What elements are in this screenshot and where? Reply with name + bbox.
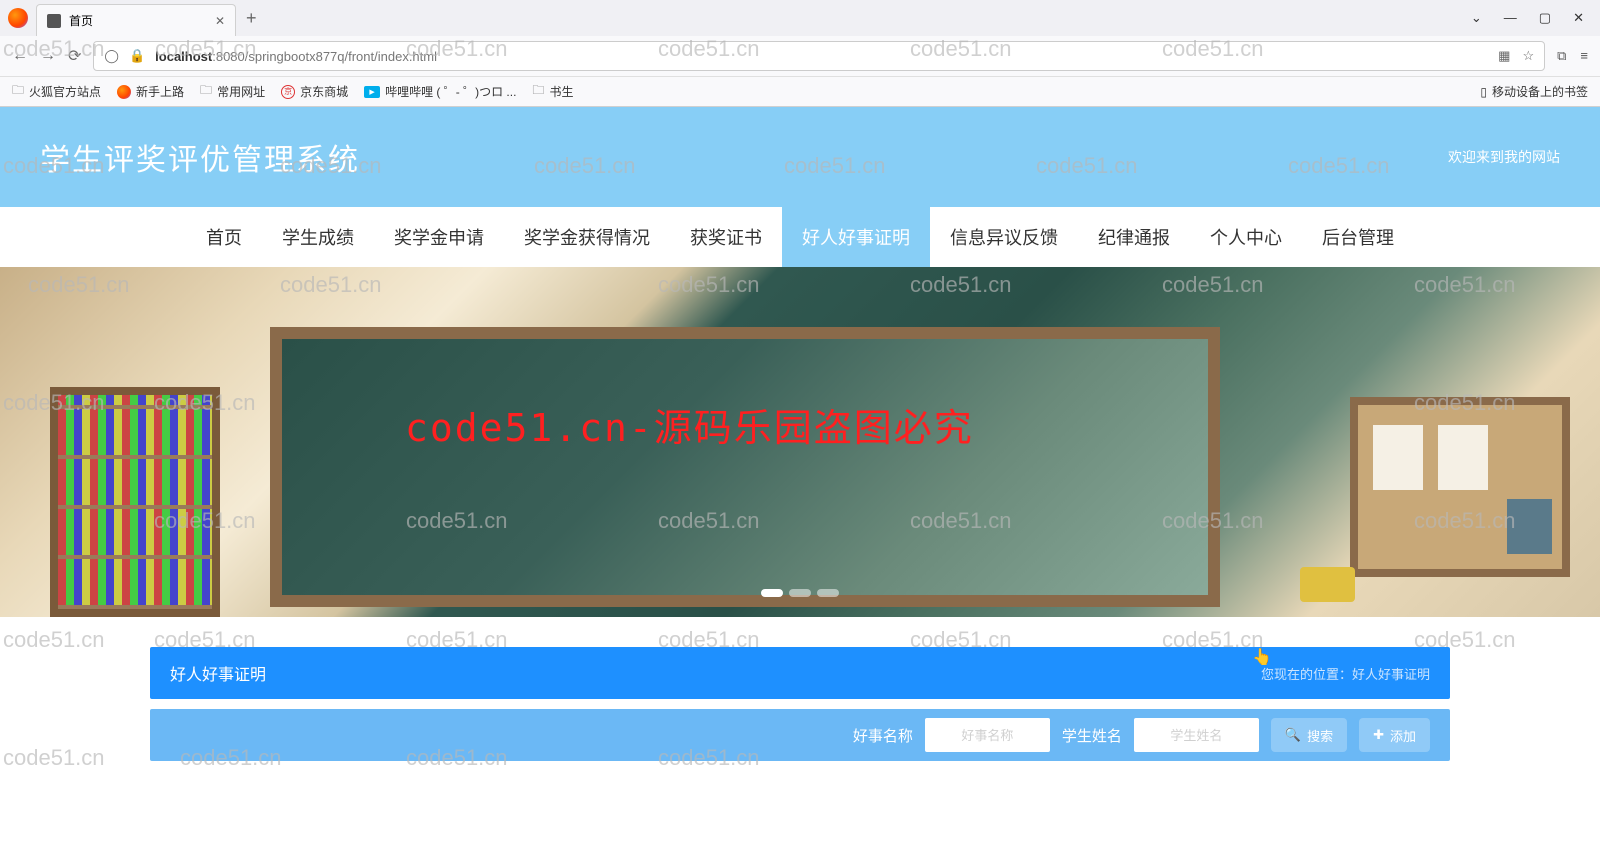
filter-bar: 好事名称 学生姓名 🔍 搜索 ✚ 添加 xyxy=(150,709,1450,761)
nav-item-7[interactable]: 纪律通报 xyxy=(1078,207,1190,267)
bookmark-label: 常用网址 xyxy=(217,83,265,100)
bookmark-item[interactable]: ▶ 哔哩哔哩 ( ゜- ゜)つロ ... xyxy=(364,83,516,100)
filter-input-student[interactable] xyxy=(1134,718,1259,752)
bilibili-icon: ▶ xyxy=(364,86,380,98)
firefox-icon xyxy=(8,8,28,28)
window-controls: ⌄ — ▢ ✕ xyxy=(1471,10,1600,26)
browser-chrome: 首页 ✕ + ⌄ — ▢ ✕ ← → ⟳ ◯ 🔒 localhost:8080/… xyxy=(0,0,1600,107)
bookmark-item[interactable]: 新手上路 xyxy=(117,83,184,100)
breadcrumb-value: 好人好事证明 xyxy=(1352,667,1430,682)
carousel-dot[interactable] xyxy=(817,589,839,597)
nav-item-1[interactable]: 学生成绩 xyxy=(262,207,374,267)
search-button[interactable]: 🔍 搜索 xyxy=(1271,718,1347,752)
banner-watermark-text: code51.cn-源码乐园盗图必究 xyxy=(405,397,974,452)
extensions-icon[interactable]: ⧉ xyxy=(1557,48,1566,64)
filter-input-name[interactable] xyxy=(925,718,1050,752)
window-minimize-icon[interactable]: — xyxy=(1504,10,1517,26)
nav-item-6[interactable]: 信息异议反馈 xyxy=(930,207,1078,267)
bookmarks-bar: 🗀 火狐官方站点 新手上路 🗀 常用网址 京京东商城 ▶ 哔哩哔哩 ( ゜- ゜)つロ… xyxy=(0,76,1600,106)
back-button[interactable]: ← xyxy=(12,47,28,65)
window-dropdown-icon[interactable]: ⌄ xyxy=(1471,10,1482,26)
window-close-icon[interactable]: ✕ xyxy=(1573,10,1584,26)
main-content: 好人好事证明 您现在的位置：好人好事证明 好事名称 学生姓名 🔍搜索 ✚添加 xyxy=(0,617,1600,761)
add-button[interactable]: ✚ 添加 xyxy=(1359,718,1430,752)
nav-item-0[interactable]: 首页 xyxy=(186,207,262,267)
bookmark-item[interactable]: 🗀 火狐官方站点 xyxy=(12,81,101,102)
browser-tab[interactable]: 首页 ✕ xyxy=(36,4,236,36)
folder-icon: 🗀 xyxy=(200,81,212,102)
tab-title: 首页 xyxy=(69,12,93,29)
bookmark-label: 京东商城 xyxy=(300,83,348,100)
folder-icon: 🗀 xyxy=(532,81,544,102)
bookmark-item[interactable]: 京京东商城 xyxy=(281,83,348,100)
bookmark-item[interactable]: 🗀 常用网址 xyxy=(200,81,265,102)
breadcrumb-location: 您现在的位置：好人好事证明 xyxy=(1261,664,1430,683)
forward-button[interactable]: → xyxy=(40,47,56,65)
nav-item-4[interactable]: 获奖证书 xyxy=(670,207,782,267)
bookmark-label: 火狐官方站点 xyxy=(29,83,101,100)
filter-label-student: 学生姓名 xyxy=(1062,725,1122,746)
nav-item-3[interactable]: 奖学金获得情况 xyxy=(504,207,670,267)
nav-item-8[interactable]: 个人中心 xyxy=(1190,207,1302,267)
tab-favicon xyxy=(47,14,61,28)
url-path: :8080/springbootx877q/front/index.html xyxy=(212,49,437,64)
carousel-dot[interactable] xyxy=(761,589,783,597)
breadcrumb-bar: 好人好事证明 您现在的位置：好人好事证明 xyxy=(150,647,1450,699)
carousel-dot[interactable] xyxy=(789,589,811,597)
add-button-label: 添加 xyxy=(1390,726,1416,745)
page-content: 学生评奖评优管理系统 欢迎来到我的网站 首页学生成绩奖学金申请奖学金获得情况获奖… xyxy=(0,107,1600,761)
mobile-icon: ▯ xyxy=(1480,85,1487,99)
nav-item-5[interactable]: 好人好事证明 xyxy=(782,207,930,267)
breadcrumb-prefix: 您现在的位置： xyxy=(1261,667,1352,682)
bookmark-label: 哔哩哔哩 ( ゜- ゜)つロ ... xyxy=(385,83,516,100)
new-tab-button[interactable]: + xyxy=(246,8,257,29)
site-title: 学生评奖评优管理系统 xyxy=(40,135,360,179)
bookmark-label: 书生 xyxy=(549,83,573,100)
jd-icon: 京 xyxy=(281,85,295,99)
bookmark-star-icon[interactable]: ☆ xyxy=(1522,48,1534,64)
qr-icon[interactable]: ▦ xyxy=(1498,48,1510,64)
site-header: 学生评奖评优管理系统 欢迎来到我的网站 xyxy=(0,107,1600,207)
search-icon: 🔍 xyxy=(1285,727,1301,743)
nav-item-9[interactable]: 后台管理 xyxy=(1302,207,1414,267)
reload-button[interactable]: ⟳ xyxy=(68,46,81,66)
plus-icon: ✚ xyxy=(1373,727,1384,743)
carousel-banner[interactable]: code51.cn-源码乐园盗图必究 xyxy=(0,267,1600,617)
window-maximize-icon[interactable]: ▢ xyxy=(1539,10,1551,26)
folder-icon: 🗀 xyxy=(12,81,24,102)
tab-close-icon[interactable]: ✕ xyxy=(215,14,225,28)
site-welcome: 欢迎来到我的网站 xyxy=(1448,147,1560,167)
lock-icon[interactable]: 🔒 xyxy=(129,48,145,64)
url-bar[interactable]: ◯ 🔒 localhost:8080/springbootx877q/front… xyxy=(93,41,1545,71)
browser-toolbar: ← → ⟳ ◯ 🔒 localhost:8080/springbootx877q… xyxy=(0,36,1600,76)
mobile-bookmarks[interactable]: ▯ 移动设备上的书签 xyxy=(1480,83,1588,100)
search-button-label: 搜索 xyxy=(1307,726,1333,745)
breadcrumb-title: 好人好事证明 xyxy=(170,661,266,685)
nav-item-2[interactable]: 奖学金申请 xyxy=(374,207,504,267)
filter-label-name: 好事名称 xyxy=(853,725,913,746)
firefox-icon xyxy=(117,85,131,99)
url-host: localhost xyxy=(155,49,212,64)
bookmark-item[interactable]: 🗀 书生 xyxy=(532,81,573,102)
shield-icon[interactable]: ◯ xyxy=(104,48,119,64)
carousel-dots xyxy=(761,589,839,597)
bookmark-label: 新手上路 xyxy=(136,83,184,100)
bookmark-label: 移动设备上的书签 xyxy=(1492,83,1588,100)
tab-strip: 首页 ✕ + ⌄ — ▢ ✕ xyxy=(0,0,1600,36)
nav-menu: 首页学生成绩奖学金申请奖学金获得情况获奖证书好人好事证明信息异议反馈纪律通报个人… xyxy=(0,207,1600,267)
menu-icon[interactable]: ≡ xyxy=(1580,48,1588,64)
